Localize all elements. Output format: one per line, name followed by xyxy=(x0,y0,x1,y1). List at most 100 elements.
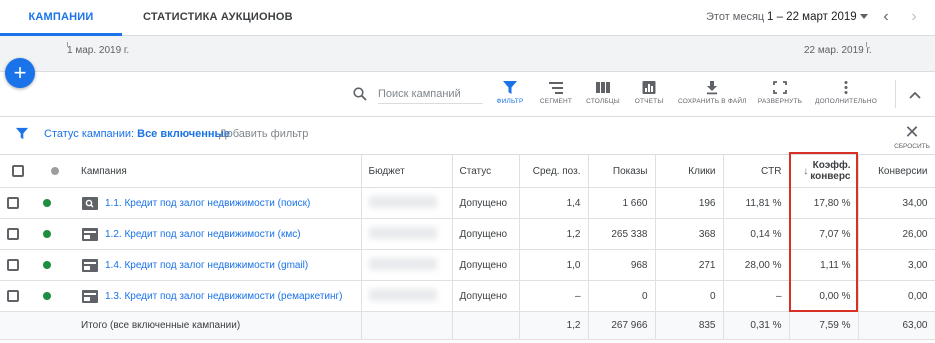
filter-icon xyxy=(15,127,29,140)
total-avg-position: 1,2 xyxy=(519,311,589,340)
column-header-ctr[interactable]: CTR xyxy=(723,154,790,188)
ctr-cell: 28,00 % xyxy=(723,249,790,281)
table-row: 1.4. Кредит под залог недвижимости (gmai… xyxy=(0,249,935,281)
column-header-clicks[interactable]: Клики xyxy=(655,154,724,188)
campaign-name-link[interactable]: 1.1. Кредит под залог недвижимости (поис… xyxy=(105,198,310,209)
total-status-cell xyxy=(452,311,520,340)
status-enabled-icon[interactable] xyxy=(43,229,51,238)
toolbar-divider xyxy=(895,80,896,108)
close-icon: ✕ xyxy=(904,122,920,142)
tab-auction-insights[interactable]: СТАТИСТИКА АУКЦИОНОВ xyxy=(143,0,293,36)
campaign-name-link[interactable]: 1.3. Кредит под залог недвижимости (рема… xyxy=(105,291,343,302)
reports-button[interactable]: ОТЧЕТЫ xyxy=(633,80,665,105)
download-button[interactable]: СОХРАНИТЬ В ФАЙЛ xyxy=(678,80,747,105)
columns-icon xyxy=(596,82,610,93)
reset-filters-button[interactable]: ✕ СБРОСИТЬ xyxy=(894,122,930,150)
total-empty-cell xyxy=(36,311,74,340)
expand-button[interactable]: РАЗВЕРНУТЬ xyxy=(757,80,803,105)
more-button[interactable]: ДОПОЛНИТЕЛЬНО xyxy=(814,80,878,105)
campaigns-table: Кампания Бюджет Статус Сред. поз. Показы… xyxy=(0,154,935,340)
total-budget-cell xyxy=(361,311,453,340)
budget-cell xyxy=(361,249,453,281)
column-header-impressions[interactable]: Показы xyxy=(588,154,656,188)
budget-redacted xyxy=(368,257,437,270)
total-label: Итого (все включенные кампании) xyxy=(74,311,362,340)
row-checkbox[interactable] xyxy=(7,197,19,209)
column-header-conversions[interactable]: Конверсии xyxy=(858,154,935,188)
status-enabled-icon[interactable] xyxy=(43,260,51,269)
campaign-name-link[interactable]: 1.2. Кредит под залог недвижимости (кмс) xyxy=(105,229,301,240)
conv-rate-cell: 0,00 % xyxy=(789,280,859,312)
tab-campaigns[interactable]: КАМПАНИИ xyxy=(0,0,122,36)
select-all-checkbox[interactable] xyxy=(12,165,24,177)
column-header-avg-position[interactable]: Сред. поз. xyxy=(519,154,589,188)
impressions-cell: 968 xyxy=(588,249,656,281)
table-header-row: Кампания Бюджет Статус Сред. поз. Показы… xyxy=(0,154,935,188)
date-range-label[interactable]: Этот месяц xyxy=(706,0,764,34)
budget-redacted xyxy=(368,226,437,239)
column-header-conv-rate[interactable]: ↓ Коэфф. конверс xyxy=(789,154,859,188)
expand-label: РАЗВЕРНУТЬ xyxy=(757,98,803,105)
row-checkbox[interactable] xyxy=(7,228,19,240)
date-dropdown-icon[interactable] xyxy=(860,14,868,19)
column-header-campaign[interactable]: Кампания xyxy=(74,154,362,188)
campaign-name-link[interactable]: 1.4. Кредит под залог недвижимости (gmai… xyxy=(105,260,308,271)
row-select-cell xyxy=(0,187,36,219)
filter-value: Все включенные xyxy=(137,128,231,140)
more-label: ДОПОЛНИТЕЛЬНО xyxy=(815,98,877,105)
filter-icon xyxy=(503,81,517,94)
table-row: 1.1. Кредит под залог недвижимости (поис… xyxy=(0,187,935,219)
chevron-up-icon[interactable] xyxy=(905,85,925,105)
status-cell: Допущено xyxy=(452,249,520,281)
clicks-cell: 196 xyxy=(655,187,724,219)
timeline-start-date: 1 мар. 2019 г. xyxy=(67,45,130,56)
add-filter-button[interactable]: Добавить фильтр xyxy=(219,128,308,140)
total-clicks: 835 xyxy=(655,311,724,340)
reports-icon xyxy=(642,81,656,94)
budget-cell xyxy=(361,187,453,219)
segment-button[interactable]: СЕГМЕНТ xyxy=(538,80,574,105)
campaign-cell: 1.3. Кредит под залог недвижимости (рема… xyxy=(74,280,362,312)
budget-cell xyxy=(361,218,453,250)
table-row: 1.2. Кредит под залог недвижимости (кмс)… xyxy=(0,218,935,250)
display-campaign-icon xyxy=(82,258,98,272)
conv-rate-cell: 1,11 % xyxy=(789,249,859,281)
clicks-cell: 0 xyxy=(655,280,724,312)
ctr-cell: 11,81 % xyxy=(723,187,790,219)
active-filter-chip[interactable]: Статус кампании: Все включенные xyxy=(44,128,230,140)
conv-rate-cell: 17,80 % xyxy=(789,187,859,219)
status-enabled-icon[interactable] xyxy=(43,198,51,207)
column-header-status[interactable]: Статус xyxy=(452,154,520,188)
chevron-right-icon[interactable]: › xyxy=(904,7,924,27)
status-enabled-icon[interactable] xyxy=(43,291,51,300)
download-icon xyxy=(707,81,717,95)
campaign-cell: 1.4. Кредит под залог недвижимости (gmai… xyxy=(74,249,362,281)
avg-position-cell: 1,0 xyxy=(519,249,589,281)
budget-cell xyxy=(361,280,453,312)
column-header-budget[interactable]: Бюджет xyxy=(361,154,453,188)
top-bar: КАМПАНИИ СТАТИСТИКА АУКЦИОНОВ Этот месяц… xyxy=(0,0,935,36)
reset-label: СБРОСИТЬ xyxy=(894,143,930,150)
avg-position-cell: 1,2 xyxy=(519,218,589,250)
filter-button[interactable]: ФИЛЬТР xyxy=(494,80,526,105)
timeline-end-date: 22 мар. 2019 г. xyxy=(804,45,872,56)
impressions-cell: 1 660 xyxy=(588,187,656,219)
columns-button[interactable]: СТОЛБЦЫ xyxy=(585,80,621,105)
reports-label: ОТЧЕТЫ xyxy=(634,98,664,105)
search-icon[interactable] xyxy=(353,87,367,101)
date-range-value[interactable]: 1 – 22 март 2019 xyxy=(767,0,857,34)
avg-position-cell: 1,4 xyxy=(519,187,589,219)
status-cell: Допущено xyxy=(452,187,520,219)
row-checkbox[interactable] xyxy=(7,259,19,271)
search-campaigns-input[interactable] xyxy=(378,84,483,104)
add-campaign-button[interactable]: + xyxy=(5,58,35,88)
filter-name: Статус кампании: xyxy=(44,128,135,140)
status-cell: Допущено xyxy=(452,218,520,250)
conversions-cell: 0,00 xyxy=(858,280,935,312)
row-checkbox[interactable] xyxy=(7,290,19,302)
avg-position-cell: – xyxy=(519,280,589,312)
sort-down-icon: ↓ xyxy=(803,165,809,177)
chevron-left-icon[interactable]: ‹ xyxy=(876,7,896,27)
row-status-cell xyxy=(36,249,74,281)
status-header-icon xyxy=(51,166,59,175)
